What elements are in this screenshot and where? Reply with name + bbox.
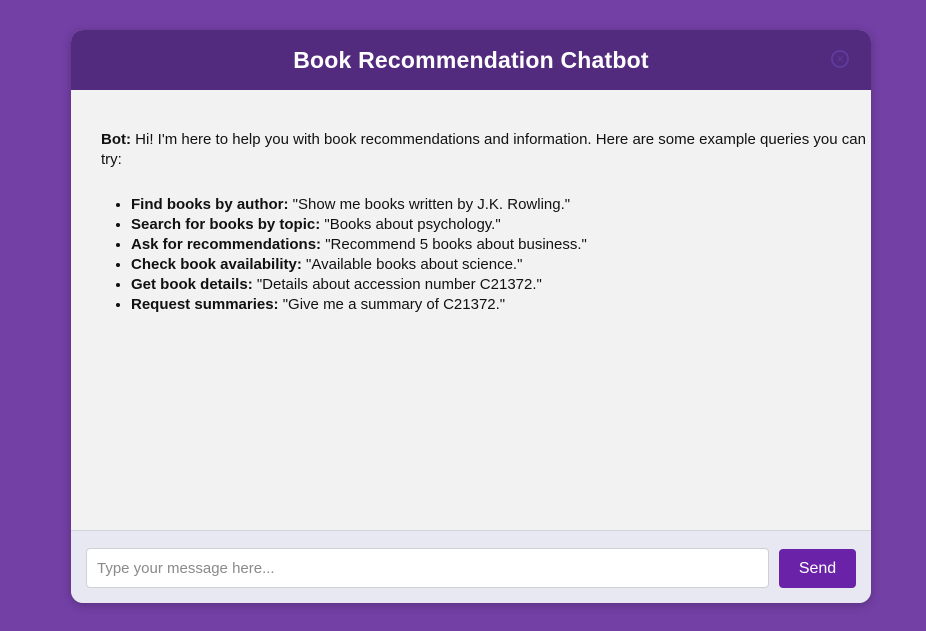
query-example: "Available books about science." [301,256,523,273]
query-label: Check book availability: [131,256,302,273]
query-example: "Recommend 5 books about business." [321,236,587,253]
list-item: Request summaries: "Give me a summary of… [131,295,871,315]
chat-messages: Bot: Hi! I'm here to help you with book … [71,90,871,530]
query-label: Find books by author: [131,196,289,213]
bot-message: Bot: Hi! I'm here to help you with book … [101,130,871,315]
message-input[interactable] [86,548,769,588]
query-example: "Show me books written by J.K. Rowling." [288,196,571,213]
list-item: Check book availability: "Available book… [131,255,871,275]
page-title: Book Recommendation Chatbot [293,46,649,73]
chatbot-window: Book Recommendation Chatbot × Bot: Hi! I… [71,30,871,603]
chat-header: Book Recommendation Chatbot × [71,30,871,90]
send-button[interactable]: Send [779,549,856,588]
close-icon[interactable]: × [831,50,849,68]
query-example: "Books about psychology." [320,216,501,233]
query-label: Ask for recommendations: [131,236,322,253]
list-item: Search for books by topic: "Books about … [131,215,871,235]
bot-intro-text: Hi! I'm here to help you with book recom… [101,131,866,168]
message-input-bar: Send [71,530,871,603]
query-label: Get book details: [131,276,253,293]
bot-label: Bot: [101,131,131,148]
list-item: Get book details: "Details about accessi… [131,275,871,295]
query-label: Request summaries: [131,296,279,313]
query-example: "Give me a summary of C21372." [278,296,506,313]
query-example: "Details about accession number C21372." [252,276,542,293]
list-item: Find books by author: "Show me books wri… [131,195,871,215]
query-label: Search for books by topic: [131,216,321,233]
list-item: Ask for recommendations: "Recommend 5 bo… [131,235,871,255]
example-queries-list: Find books by author: "Show me books wri… [101,195,871,315]
